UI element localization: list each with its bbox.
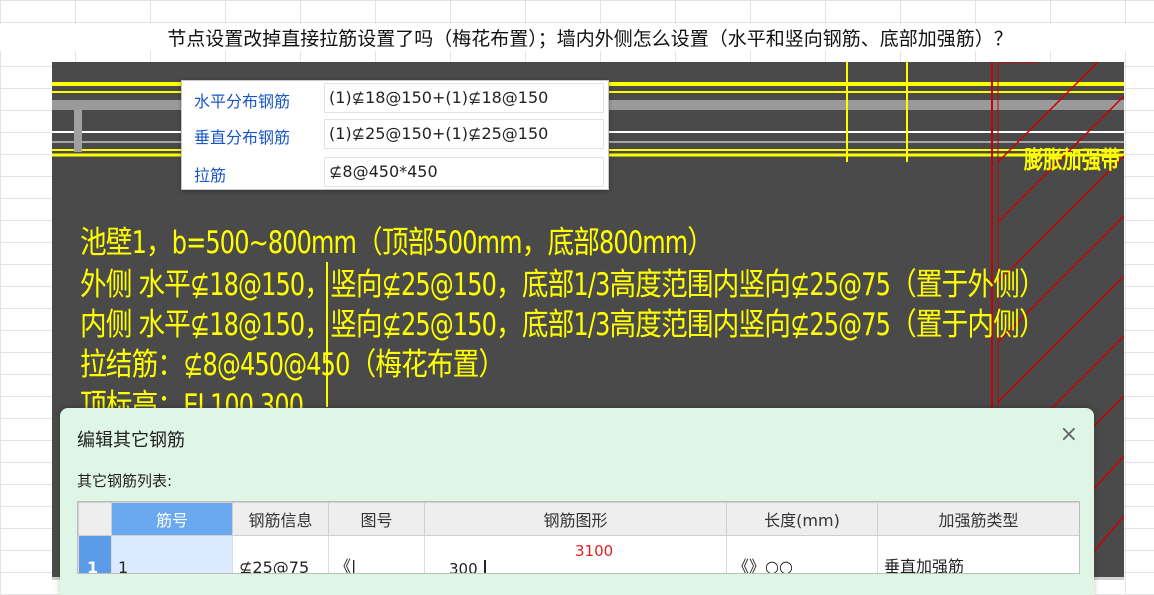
- expansion-band-label: 膨胀加强带: [1024, 146, 1120, 174]
- col-header-type[interactable]: 加强筋类型: [877, 502, 1079, 536]
- dialog-title: 编辑其它钢筋: [77, 430, 185, 451]
- col-header-length[interactable]: 长度(mm): [726, 502, 878, 536]
- close-icon[interactable]: ×: [1060, 422, 1078, 447]
- cell-fig-no[interactable]: 《|: [328, 535, 425, 573]
- cell-length[interactable]: 《》○○: [726, 535, 878, 573]
- col-header-shape[interactable]: 钢筋图形: [424, 502, 727, 536]
- prop-row-vertical: 垂直分布钢筋 (1)⊈25@150+(1)⊈25@150: [182, 117, 608, 151]
- rebar-grid: 筋号 钢筋信息 图号 钢筋图形 长度(mm) 加强筋类型 1 1 ⊈25@75 …: [77, 501, 1080, 574]
- prop-label-horizontal: 水平分布钢筋: [194, 92, 291, 111]
- cell-bar-no[interactable]: 1: [111, 535, 233, 573]
- cell-shape[interactable]: 300 3100: [424, 535, 727, 574]
- prop-label-vertical: 垂直分布钢筋: [194, 128, 291, 147]
- shape-left-length: 300: [449, 560, 478, 574]
- prop-row-tie: 拉筋 ⊈8@450*450: [182, 155, 608, 189]
- cad-line-3: 内侧 水平⊈18@150，竖向⊈25@150，底部1/3高度范围内竖向⊈25@7…: [80, 307, 1046, 343]
- row-index[interactable]: 1: [78, 535, 112, 573]
- prop-label-tie: 拉筋: [194, 166, 227, 185]
- cell-info[interactable]: ⊈25@75: [232, 535, 329, 573]
- cad-line-2: 外侧 水平⊈18@150，竖向⊈25@150，底部1/3高度范围内竖向⊈25@7…: [80, 267, 1046, 303]
- edit-other-rebar-dialog: 编辑其它钢筋 × 其它钢筋列表: 筋号 钢筋信息 图号 钢筋图形 长度(mm) …: [60, 408, 1094, 595]
- property-panel: 水平分布钢筋 (1)⊈18@150+(1)⊈18@150 垂直分布钢筋 (1)⊈…: [181, 80, 609, 190]
- col-header-fig-no[interactable]: 图号: [328, 502, 425, 536]
- col-header-index: [78, 502, 112, 536]
- col-header-info[interactable]: 钢筋信息: [232, 502, 329, 536]
- cell-type[interactable]: 垂直加强筋: [877, 535, 1079, 573]
- prop-value-vertical[interactable]: (1)⊈25@150+(1)⊈25@150: [324, 119, 604, 149]
- cad-line-4: 拉结筋：⊈8@450@450（梅花布置）: [80, 347, 505, 383]
- rebar-list-label: 其它钢筋列表:: [77, 472, 173, 490]
- question-text: 节点设置改掉直接拉筋设置了吗（梅花布置）；墙内外侧怎么设置（水平和竖向钢筋、底部…: [0, 24, 1154, 51]
- prop-value-horizontal[interactable]: (1)⊈18@150+(1)⊈18@150: [324, 83, 604, 113]
- rebar-grid-header: 筋号 钢筋信息 图号 钢筋图形 长度(mm) 加强筋类型: [78, 502, 1079, 536]
- shape-main-length: 3100: [575, 542, 614, 560]
- left-column: [74, 110, 82, 152]
- prop-row-horizontal: 水平分布钢筋 (1)⊈18@150+(1)⊈18@150: [182, 81, 608, 115]
- cad-line-1: 池壁1，b=500~800mm（顶部500mm，底部800mm）: [80, 225, 714, 261]
- prop-value-tie[interactable]: ⊈8@450*450: [324, 157, 604, 187]
- table-row[interactable]: 1 1 ⊈25@75 《| 300 3100 《》○○ 垂直加强筋: [78, 535, 1079, 574]
- col-header-bar-no[interactable]: 筋号: [111, 502, 233, 536]
- shape-bar-mark: [484, 560, 486, 573]
